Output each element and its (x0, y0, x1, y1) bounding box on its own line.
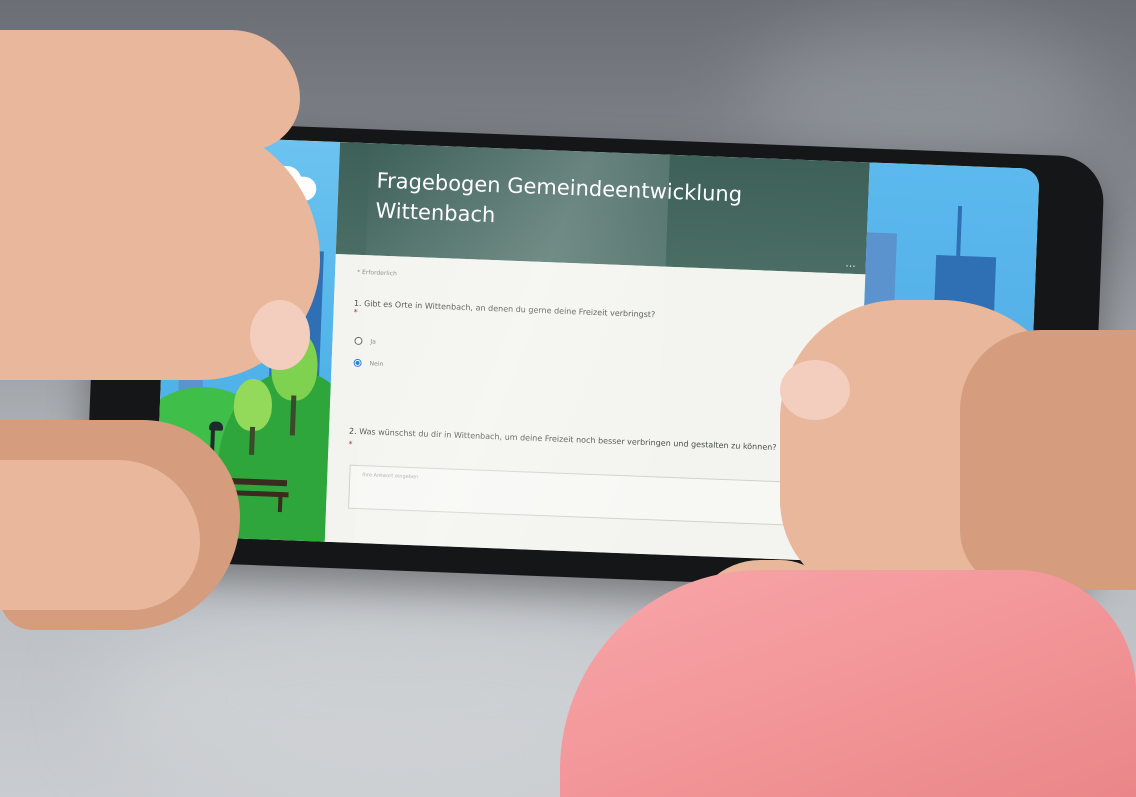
option-ja-label: Ja (370, 337, 377, 346)
antenna (956, 205, 963, 256)
lamp-head (208, 421, 224, 431)
radio-ja[interactable] (354, 336, 363, 346)
more-options-icon[interactable]: ... (845, 257, 856, 270)
question-2: 2. Was wünschst du dir in Wittenbach, um… (348, 425, 829, 469)
right-hand-back (960, 330, 1136, 590)
option-ja[interactable]: Ja (354, 336, 377, 346)
left-thumbnail (250, 300, 310, 370)
required-note: * Erforderlich (356, 268, 397, 278)
tree-icon (232, 378, 273, 432)
answer-input[interactable]: Ihre Antwort eingeben (348, 464, 812, 527)
photo-scene: Fragebogen Gemeindeentwicklung Wittenbac… (0, 0, 1136, 797)
form-title-line2: Wittenbach (375, 198, 496, 228)
tree-trunk (249, 426, 256, 456)
question-1: 1. Gibt es Orte in Wittenbach, an denen … (353, 299, 833, 335)
option-nein[interactable]: Nein (353, 358, 384, 368)
left-hand-fingers (0, 460, 200, 610)
right-thumbnail (780, 360, 850, 420)
bench-leg (277, 491, 283, 513)
pink-sleeve (560, 570, 1136, 797)
radio-nein[interactable] (353, 358, 362, 368)
answer-placeholder: Ihre Antwort eingeben (362, 472, 419, 481)
option-nein-label: Nein (369, 359, 384, 368)
form-header: Fragebogen Gemeindeentwicklung Wittenbac… (335, 142, 870, 275)
form-title: Fragebogen Gemeindeentwicklung Wittenbac… (375, 166, 847, 244)
